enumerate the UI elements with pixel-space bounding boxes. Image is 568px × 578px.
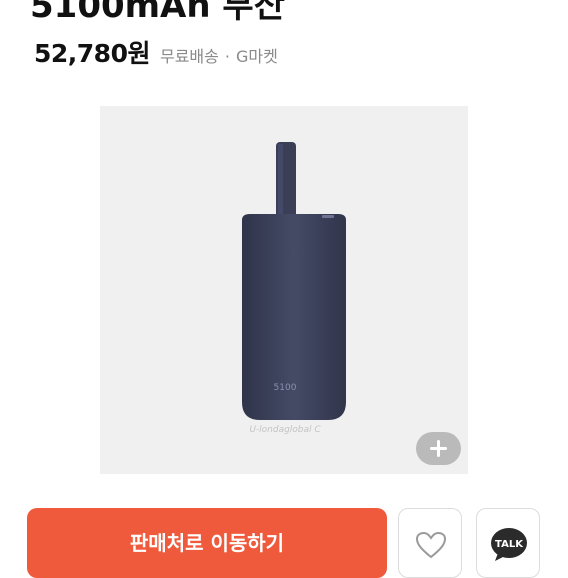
shipping-info: 무료배송 · G마켓 [160,43,278,67]
price: 52,780원 [34,39,150,68]
device-port [322,215,334,218]
price-row: 52,780원 무료배송 · G마켓 [34,34,278,70]
capacity-label: 5100 [274,383,297,393]
cable-highlight [278,144,283,224]
product-image[interactable]: 5100 U-londaglobal C [100,106,468,474]
talk-label: TALK [495,539,524,550]
zoom-button[interactable] [416,432,461,465]
watermark-text: U-londaglobal C [249,425,321,435]
separator-dot: · [224,47,230,66]
product-title: 5100mAh 부산 [30,0,285,26]
heart-outline-icon [415,531,447,559]
talk-chat-icon: TALK [491,528,527,561]
plus-icon [430,440,447,457]
power-bank-illustration: 5100 U-londaglobal C [242,142,346,435]
seller-name: G마켓 [235,47,278,66]
shipping-label: 무료배송 [159,47,219,66]
